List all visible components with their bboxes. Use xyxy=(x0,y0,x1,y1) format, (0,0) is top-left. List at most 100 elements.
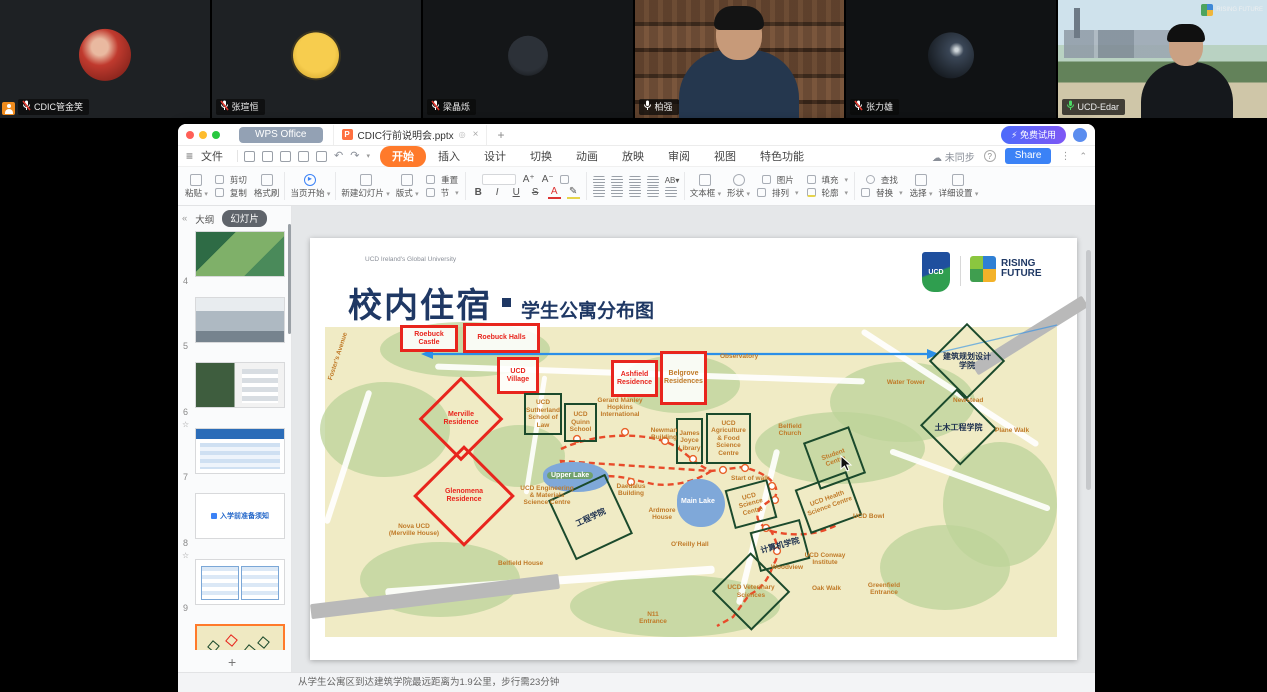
paste-button[interactable]: 粘贴 ▾ xyxy=(182,169,211,203)
maximize-window-button[interactable] xyxy=(212,131,220,139)
shapes-button[interactable]: 形状 ▾ xyxy=(724,169,753,203)
bullets-icon[interactable] xyxy=(593,176,605,186)
find-button[interactable]: 查找 xyxy=(866,174,898,186)
preview-icon[interactable] xyxy=(316,151,327,162)
line-spacing-icon[interactable] xyxy=(665,187,677,197)
participant-name: 张瑄恒 xyxy=(232,100,259,113)
replace-icon xyxy=(861,188,870,197)
more-options-icon[interactable]: ⋮ xyxy=(1060,151,1070,162)
new-tab-button[interactable]: + xyxy=(497,128,504,142)
sync-status[interactable]: ☁ 未同步 xyxy=(932,149,975,164)
arrange-button[interactable]: 排列 ▾ xyxy=(757,187,799,199)
format-painter-button[interactable]: 格式刷 xyxy=(251,169,283,203)
underline-button[interactable]: U xyxy=(510,187,523,198)
align-right-icon[interactable] xyxy=(629,187,641,197)
export-icon[interactable] xyxy=(280,151,291,162)
sidebar-scrollbar[interactable] xyxy=(288,224,291,334)
picture-button[interactable]: 图片 xyxy=(762,174,794,186)
cut-button[interactable]: 剪切 xyxy=(215,174,247,186)
map-label: Newman Building xyxy=(643,427,685,441)
ribbon-tab-切换[interactable]: 切换 xyxy=(518,146,564,167)
account-avatar[interactable] xyxy=(1073,128,1087,142)
map-label: Belfield House xyxy=(498,560,543,567)
layout-button[interactable]: 版式 ▾ xyxy=(393,169,422,203)
indent-decrease-icon[interactable] xyxy=(629,176,641,186)
canvas-scrollbar[interactable] xyxy=(1086,250,1091,490)
notes-bar[interactable]: 从学生公寓区到达建筑学院最远距离为1.9公里，步行需23分钟 xyxy=(178,672,1095,692)
char-spacing-button[interactable]: AB▾ xyxy=(665,176,678,185)
settings-button[interactable]: 详细设置 ▾ xyxy=(936,169,982,203)
undo-icon[interactable]: ↶ xyxy=(334,151,343,161)
redo-icon[interactable]: ↷ xyxy=(350,151,359,161)
font-color-button[interactable]: A xyxy=(548,186,561,199)
video-participant-strip: CDIC管金笑张瑄恒梁晶烁柏强张力雄RISING FUTUREUCD-Edar xyxy=(0,0,1267,118)
slide-thumbnail-9[interactable] xyxy=(195,624,285,650)
print-icon[interactable] xyxy=(298,151,309,162)
increase-font-button[interactable]: A⁺ xyxy=(522,174,535,185)
ribbon-tab-动画[interactable]: 动画 xyxy=(564,146,610,167)
copy-button[interactable]: 复制 xyxy=(215,187,247,199)
hamburger-menu-icon[interactable]: ≡ xyxy=(186,149,193,163)
align-center-icon[interactable] xyxy=(611,187,623,197)
reset-button[interactable]: 重置 xyxy=(426,174,458,186)
share-button[interactable]: Share xyxy=(1005,148,1052,164)
pin-icon[interactable]: ◎ xyxy=(459,130,466,139)
help-icon[interactable]: ? xyxy=(984,150,996,162)
minimize-window-button[interactable] xyxy=(199,131,207,139)
mouse-cursor xyxy=(840,455,854,473)
collapse-ribbon-icon[interactable]: ⌃ xyxy=(1079,151,1087,162)
strikethrough-button[interactable]: S xyxy=(529,187,542,198)
slide-thumbnail-8[interactable] xyxy=(195,559,285,605)
slide-number: 5 xyxy=(183,341,188,351)
slide-thumbnail-3[interactable] xyxy=(195,231,285,277)
clear-format-icon[interactable] xyxy=(560,175,569,184)
fill-button[interactable]: 填充 ▾ xyxy=(807,174,849,186)
justify-icon[interactable] xyxy=(647,187,659,197)
open-icon[interactable] xyxy=(244,151,255,162)
replace-button[interactable]: 替换 ▾ xyxy=(861,187,903,199)
ribbon-tab-放映[interactable]: 放映 xyxy=(610,146,656,167)
tab-document[interactable]: P CDIC行前说明会.pptx ◎ × xyxy=(333,125,488,145)
slide-thumbnail-6[interactable] xyxy=(195,428,285,474)
play-from-current-button[interactable]: 当页开始 ▾ xyxy=(287,169,333,203)
outline-button[interactable]: 轮廓 ▾ xyxy=(807,187,849,199)
slide-thumbnail-5[interactable] xyxy=(195,362,285,408)
ribbon-tab-设计[interactable]: 设计 xyxy=(472,146,518,167)
ribbon-tab-特色功能[interactable]: 特色功能 xyxy=(748,146,816,167)
bold-button[interactable]: B xyxy=(472,187,485,198)
participant-nameplate: 柏强 xyxy=(639,99,679,115)
ribbon-tab-开始[interactable]: 开始 xyxy=(380,146,426,167)
add-slide-button[interactable]: + xyxy=(228,654,236,670)
tab-wps-office[interactable]: WPS Office xyxy=(239,127,323,143)
title-separator xyxy=(502,298,511,307)
free-trial-button[interactable]: ⚡ 免费试用 xyxy=(1001,126,1066,144)
select-button[interactable]: 选择 ▾ xyxy=(907,169,936,203)
slide-canvas[interactable]: UCD Ireland's Global University 校内住宿 学生公… xyxy=(292,206,1095,672)
slide-thumbnail-4[interactable] xyxy=(195,297,285,343)
participant-name: 柏强 xyxy=(655,100,673,113)
textbox-button[interactable]: 文本框 ▾ xyxy=(687,169,724,203)
italic-button[interactable]: I xyxy=(491,187,504,198)
slide-thumbnail-7[interactable]: 入学前准备须知 xyxy=(195,493,285,539)
font-size-input[interactable] xyxy=(482,174,516,185)
ribbon-tab-插入[interactable]: 插入 xyxy=(426,146,472,167)
ribbon-tab-视图[interactable]: 视图 xyxy=(702,146,748,167)
tab-slides[interactable]: 幻灯片 xyxy=(222,210,267,227)
quick-access-more-icon[interactable]: ▾ xyxy=(366,152,370,160)
section-button[interactable]: 节 ▾ xyxy=(426,187,459,199)
tab-outline[interactable]: 大纲 xyxy=(195,212,214,226)
close-window-button[interactable] xyxy=(186,131,194,139)
collapse-panel-icon[interactable]: « xyxy=(182,213,187,224)
align-left-icon[interactable] xyxy=(593,187,605,197)
indent-increase-icon[interactable] xyxy=(647,176,659,186)
new-slide-button[interactable]: 新建幻灯片 ▾ xyxy=(338,169,392,203)
ribbon-tab-审阅[interactable]: 审阅 xyxy=(656,146,702,167)
slide-subtitle: 学生公寓分布图 xyxy=(521,296,654,323)
save-icon[interactable] xyxy=(262,151,273,162)
close-tab-icon[interactable]: × xyxy=(473,129,479,140)
notes-text: 从学生公寓区到达建筑学院最远距离为1.9公里，步行需23分钟 xyxy=(298,677,559,688)
decrease-font-button[interactable]: A⁻ xyxy=(541,174,554,185)
menu-file[interactable]: 文件 xyxy=(201,148,223,164)
highlight-button[interactable]: ✎ xyxy=(567,186,580,199)
numbering-icon[interactable] xyxy=(611,176,623,186)
